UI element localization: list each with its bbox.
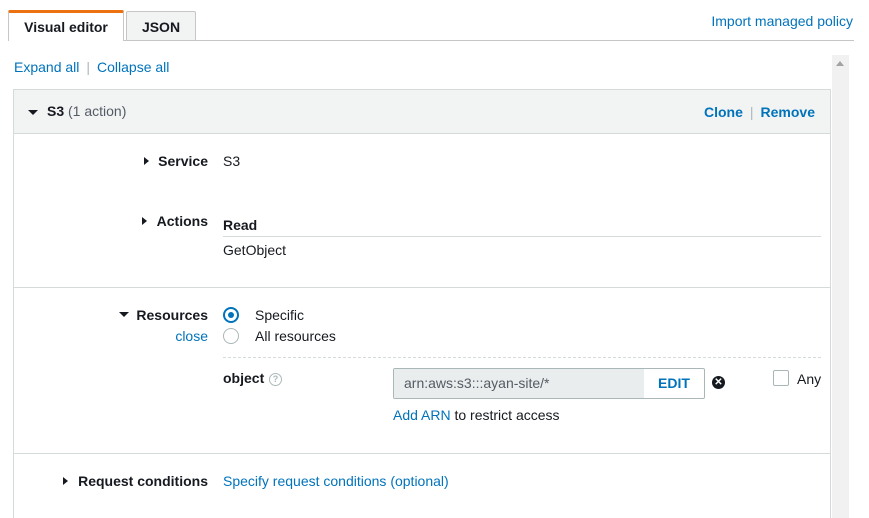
tabs-divider [124,40,854,41]
statement-header[interactable]: S3 (1 action) Clone | Remove [14,90,830,134]
request-conditions-label[interactable]: Request conditions [78,473,208,489]
arn-field: arn:aws:s3:::ayan-site/* EDIT [393,368,705,399]
statement-actions: Clone | Remove [704,104,815,120]
expand-collapse-controls: Expand all | Collapse all [14,59,169,75]
resources-divider [223,357,821,358]
import-managed-policy-link[interactable]: Import managed policy [711,13,853,29]
policy-statement: S3 (1 action) Clone | Remove Service S3 … [13,89,831,518]
section-divider [14,453,830,454]
expand-all-link[interactable]: Expand all [14,59,79,75]
remove-arn-icon[interactable]: ✕ [712,376,725,389]
tab-visual-editor[interactable]: Visual editor [8,10,124,41]
tab-json[interactable]: JSON [126,11,196,41]
service-expand-caret-icon[interactable] [144,157,149,165]
all-resources-radio-label[interactable]: All resources [255,328,336,344]
request-conditions-expand-caret-icon[interactable] [63,477,68,485]
all-resources-radio[interactable] [223,328,239,344]
separator: | [86,59,91,75]
add-arn-link[interactable]: Add ARN [393,407,451,423]
specific-radio-label[interactable]: Specific [255,307,304,323]
help-icon[interactable]: ? [269,373,282,386]
section-divider [14,287,830,288]
any-checkbox-label[interactable]: Any [797,371,821,387]
service-title: S3 [47,103,65,119]
actions-group-read: Read [223,217,258,233]
edit-arn-button[interactable]: EDIT [644,369,704,398]
arn-value: arn:aws:s3:::ayan-site/* [394,369,644,398]
actions-divider [223,236,821,237]
service-value: S3 [223,153,241,169]
collapse-caret-icon[interactable] [28,110,38,115]
separator: | [749,104,754,120]
specify-request-conditions-link[interactable]: Specify request conditions (optional) [223,473,449,489]
add-arn-row: Add ARN to restrict access [393,407,560,423]
statement-title: S3 (1 action) [47,103,126,119]
remove-button[interactable]: Remove [761,104,815,120]
resources-close-link[interactable]: close [175,328,208,344]
scroll-up-arrow-icon[interactable] [836,61,844,66]
resources-collapse-caret-icon[interactable] [119,312,129,317]
vertical-scrollbar[interactable] [832,55,849,518]
resources-label[interactable]: Resources [136,307,208,323]
specific-radio[interactable] [223,307,239,323]
actions-expand-caret-icon[interactable] [142,217,147,225]
action-getobject: GetObject [223,242,287,258]
restrict-access-text: to restrict access [454,407,560,423]
action-count: (1 action) [68,103,127,119]
any-checkbox[interactable] [773,370,789,386]
service-label[interactable]: Service [158,153,208,169]
collapse-all-link[interactable]: Collapse all [97,59,169,75]
clone-button[interactable]: Clone [704,104,743,120]
object-label: object [223,370,265,386]
actions-label[interactable]: Actions [157,213,208,229]
